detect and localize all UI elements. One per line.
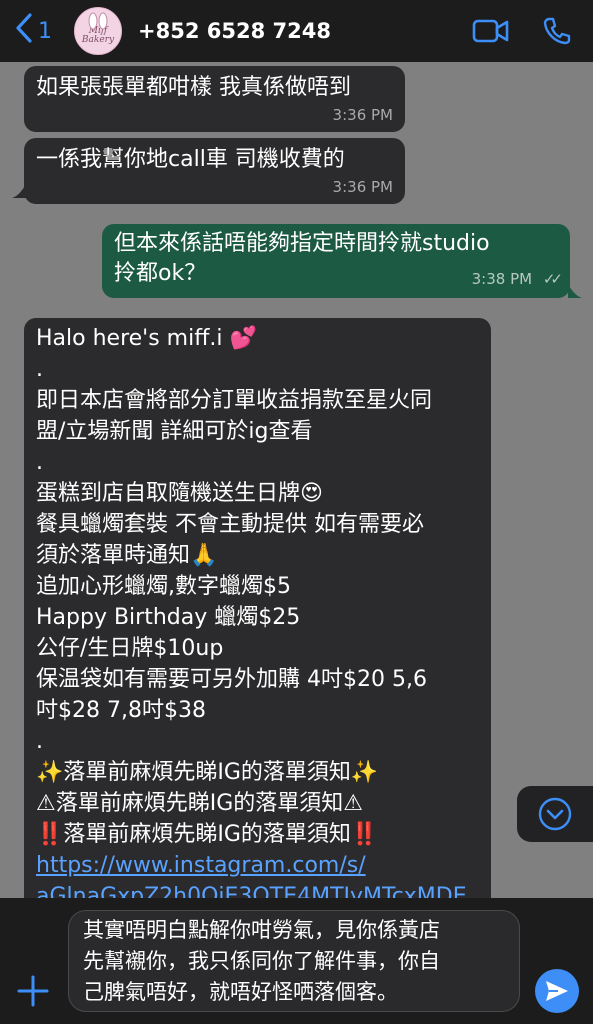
chevron-left-icon [14,12,34,50]
message-line: 拎都ok？ [114,261,207,286]
message-bubble-outgoing[interactable]: 但本來係話唔能夠指定時間拎就studio 拎都ok？ 3:38 PM ✓✓ [102,224,570,298]
message-line: ⚠落單前麻煩先睇IG的落單須知⚠ [36,791,363,816]
message-line: 即日本店會將部分訂單收益捐款至星火同 [36,388,433,413]
video-call-icon[interactable] [471,11,511,51]
message-input[interactable]: 其實唔明白點解你咁勞氣，見你係黃店 先幫襯你，我只係同你了解件事，你自 己脾氣唔… [68,910,520,1012]
draft-line: 其實唔明白點解你咁勞氣，見你係黃店 [83,918,440,942]
message-text: 一係我幫你地call車 司機收費的 [36,147,345,172]
message-line: . [36,357,43,382]
avatar[interactable]: Miff Bakery [74,7,122,55]
message-line: 公仔/生日牌$10up [36,636,224,661]
message-line: 餐具蠟燭套裝 不會主動提供 如有需要必 [36,512,424,537]
read-receipt-icon: ✓✓ [542,270,563,288]
message-line: 須於落單時通知🙏 [36,543,218,568]
message-bubble-incoming[interactable]: 一係我幫你地call車 司機收費的 3:36 PM [24,138,405,204]
message-line: . [36,450,43,475]
message-line: Happy Birthday 蠟燭$25 [36,605,301,630]
scroll-to-bottom-button[interactable] [517,786,593,842]
phone-icon[interactable] [537,11,577,51]
send-icon [546,981,568,1001]
message-line: Halo here's miff.i 💕 [36,326,257,351]
message-line: 盟/立場新聞 詳細可於ig查看 [36,419,313,444]
message-time: 3:38 PM [471,270,533,288]
bubble-tail [568,284,582,298]
plus-icon[interactable] [16,974,50,1008]
message-line: ‼️落單前麻煩先睇IG的落單須知‼️ [36,822,379,847]
message-time: 3:36 PM [332,178,393,196]
message-list[interactable]: 如果張張單都咁樣 我真係做唔到 3:36 PM 一係我幫你地call車 司機收費… [0,62,593,898]
chevron-down-circle-icon [538,797,572,831]
bunny-logo-icon [88,12,108,30]
message-line: 但本來係話唔能夠指定時間拎就studio [114,231,490,256]
unread-count: 1 [38,18,52,44]
message-text: 如果張張單都咁樣 我真係做唔到 [36,75,351,100]
message-line: 保温袋如有需要可另外加購 4吋$20 5,6 [36,667,427,692]
message-time: 3:36 PM [332,106,393,124]
contact-name[interactable]: +852 6528 7248 [138,19,471,43]
back-button[interactable]: 1 [14,12,52,50]
draft-line: 先幫襯你，我只係同你了解件事，你自 [83,949,440,973]
instagram-link-continued[interactable]: aGlnaGxpZ2h0OjE3OTE4MTIyMTcxMDE [36,881,479,898]
message-line: 蛋糕到店自取隨機送生日牌😍 [36,481,323,506]
composer-bar: 其實唔明白點解你咁勞氣，見你係黃店 先幫襯你，我只係同你了解件事，你自 己脾氣唔… [0,898,593,1024]
message-bubble-incoming[interactable]: 如果張張單都咁樣 我真係做唔到 3:36 PM [24,66,405,132]
message-line: 追加心形蠟燭,數字蠟燭$5 [36,574,291,599]
message-line: 吋$28 7,8吋$38 [36,698,206,723]
chat-header: 1 Miff Bakery +852 6528 7248 [0,0,593,62]
draft-line: 己脾氣唔好，就唔好怪哂落個客。 [83,980,398,1004]
send-button[interactable] [535,969,579,1013]
message-bubble-incoming[interactable]: Halo here's miff.i 💕 . 即日本店會將部分訂單收益捐款至星火… [24,318,491,898]
message-line: . [36,729,43,754]
chat-screen: 1 Miff Bakery +852 6528 7248 如果張張單都咁樣 我真… [0,0,593,1024]
instagram-link[interactable]: https://www.instagram.com/s/ [36,850,479,881]
message-line: ✨落單前麻煩先睇IG的落單須知✨ [36,760,379,785]
